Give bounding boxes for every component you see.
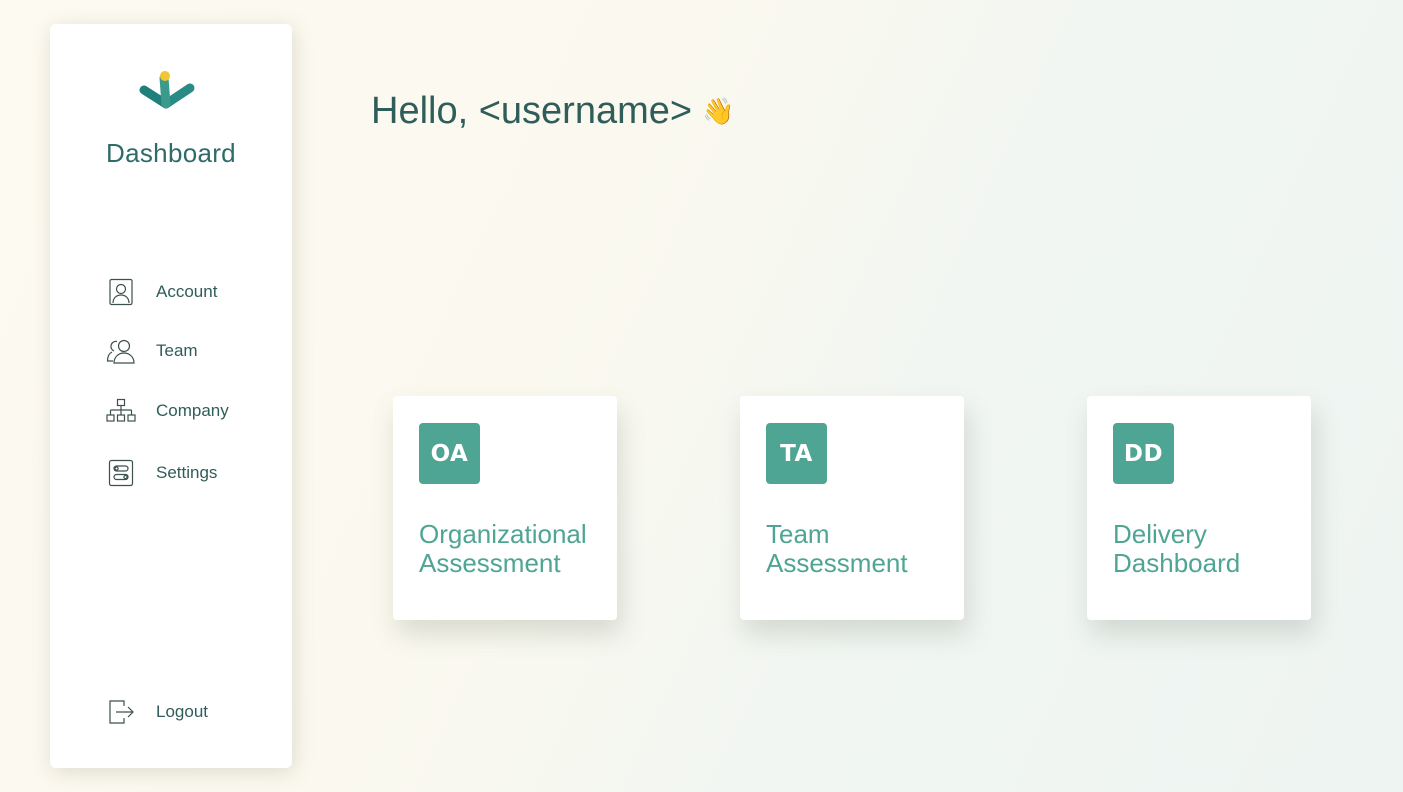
sidebar-item-team[interactable]: Team: [106, 336, 198, 366]
card-title-line: Delivery: [1113, 519, 1207, 549]
settings-icon: [106, 458, 136, 488]
logout-icon: [106, 697, 136, 727]
sidebar-item-company[interactable]: Company: [106, 396, 229, 426]
logout-button[interactable]: Logout: [106, 697, 208, 727]
card-title-line: Assessment: [766, 548, 908, 578]
sidebar-item-label: Settings: [156, 463, 218, 482]
sidebar-item-account[interactable]: Account: [106, 277, 217, 307]
card-title-line: Assessment: [419, 548, 561, 578]
waving-hand-icon: 👋: [702, 96, 735, 126]
logout-label: Logout: [156, 702, 208, 721]
sidebar-item-settings[interactable]: Settings: [106, 458, 217, 488]
sidebar-item-label: Company: [156, 401, 229, 420]
card-title: Team Assessment: [766, 520, 956, 578]
card-team-assessment[interactable]: TA Team Assessment: [740, 396, 964, 620]
sidebar-item-label: Team: [156, 341, 198, 360]
card-badge: TA: [766, 423, 827, 484]
card-badge: DD: [1113, 423, 1174, 484]
greeting-text: Hello, <username>: [371, 90, 693, 132]
card-organizational-assessment[interactable]: OA Organizational Assessment: [393, 396, 617, 620]
card-title: Organizational Assessment: [419, 520, 609, 578]
logo-icon: [136, 68, 198, 114]
brand-title: Dashboard: [106, 138, 236, 168]
sidebar-item-label: Account: [156, 282, 218, 301]
card-title: Delivery Dashboard: [1113, 520, 1303, 578]
card-badge: OA: [419, 423, 480, 484]
team-icon: [106, 336, 136, 366]
card-title-line: Dashboard: [1113, 548, 1241, 578]
card-title-line: Organizational: [419, 519, 587, 549]
page-title: Hello, <username> 👋: [371, 90, 734, 133]
card-delivery-dashboard[interactable]: DD Delivery Dashboard: [1087, 396, 1311, 620]
org-chart-icon: [106, 396, 136, 426]
sidebar: Dashboard Account Team Company Settings …: [50, 24, 292, 768]
account-icon: [106, 277, 136, 307]
card-title-line: Team: [766, 519, 830, 549]
